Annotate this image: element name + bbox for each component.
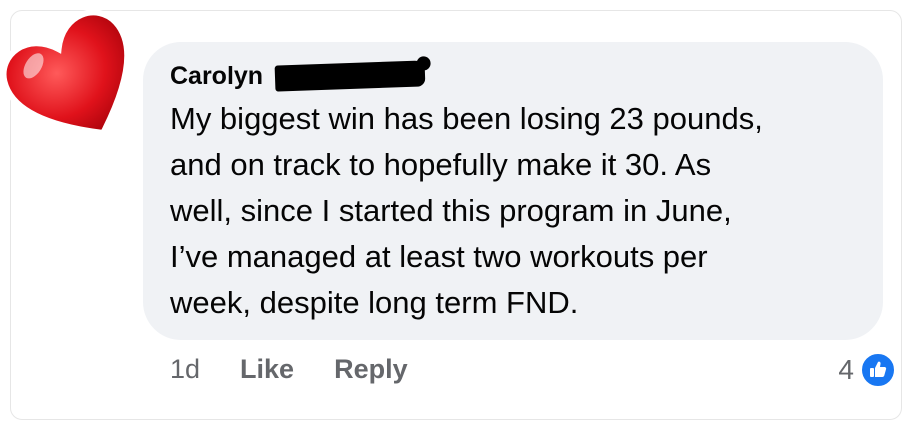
redaction-mark	[274, 60, 426, 92]
heart-icon	[0, 9, 131, 137]
comment-actions: 1d Like Reply	[170, 354, 408, 385]
comment-text-line: week, despite long term FND.	[170, 285, 579, 320]
comment-text-line: well, since I started this program in Ju…	[170, 193, 732, 228]
comment-timestamp[interactable]: 1d	[170, 354, 200, 385]
like-button[interactable]: Like	[240, 354, 294, 385]
comment-text: My biggest win has been losing 23 pounds…	[170, 96, 870, 326]
author-name[interactable]: Carolyn	[170, 62, 263, 91]
reaction-count: 4	[838, 354, 854, 385]
comment-text-line: and on track to hopefully make it 30. As	[170, 147, 712, 182]
reply-button[interactable]: Reply	[334, 354, 408, 385]
thumbs-up-icon	[860, 352, 896, 388]
comment-author[interactable]: Carolyn	[170, 58, 426, 94]
comment-text-line: I’ve managed at least two workouts per	[170, 239, 708, 274]
comment-text-line: My biggest win has been losing 23 pounds…	[170, 101, 763, 136]
reaction-summary[interactable]: 4	[838, 352, 896, 388]
